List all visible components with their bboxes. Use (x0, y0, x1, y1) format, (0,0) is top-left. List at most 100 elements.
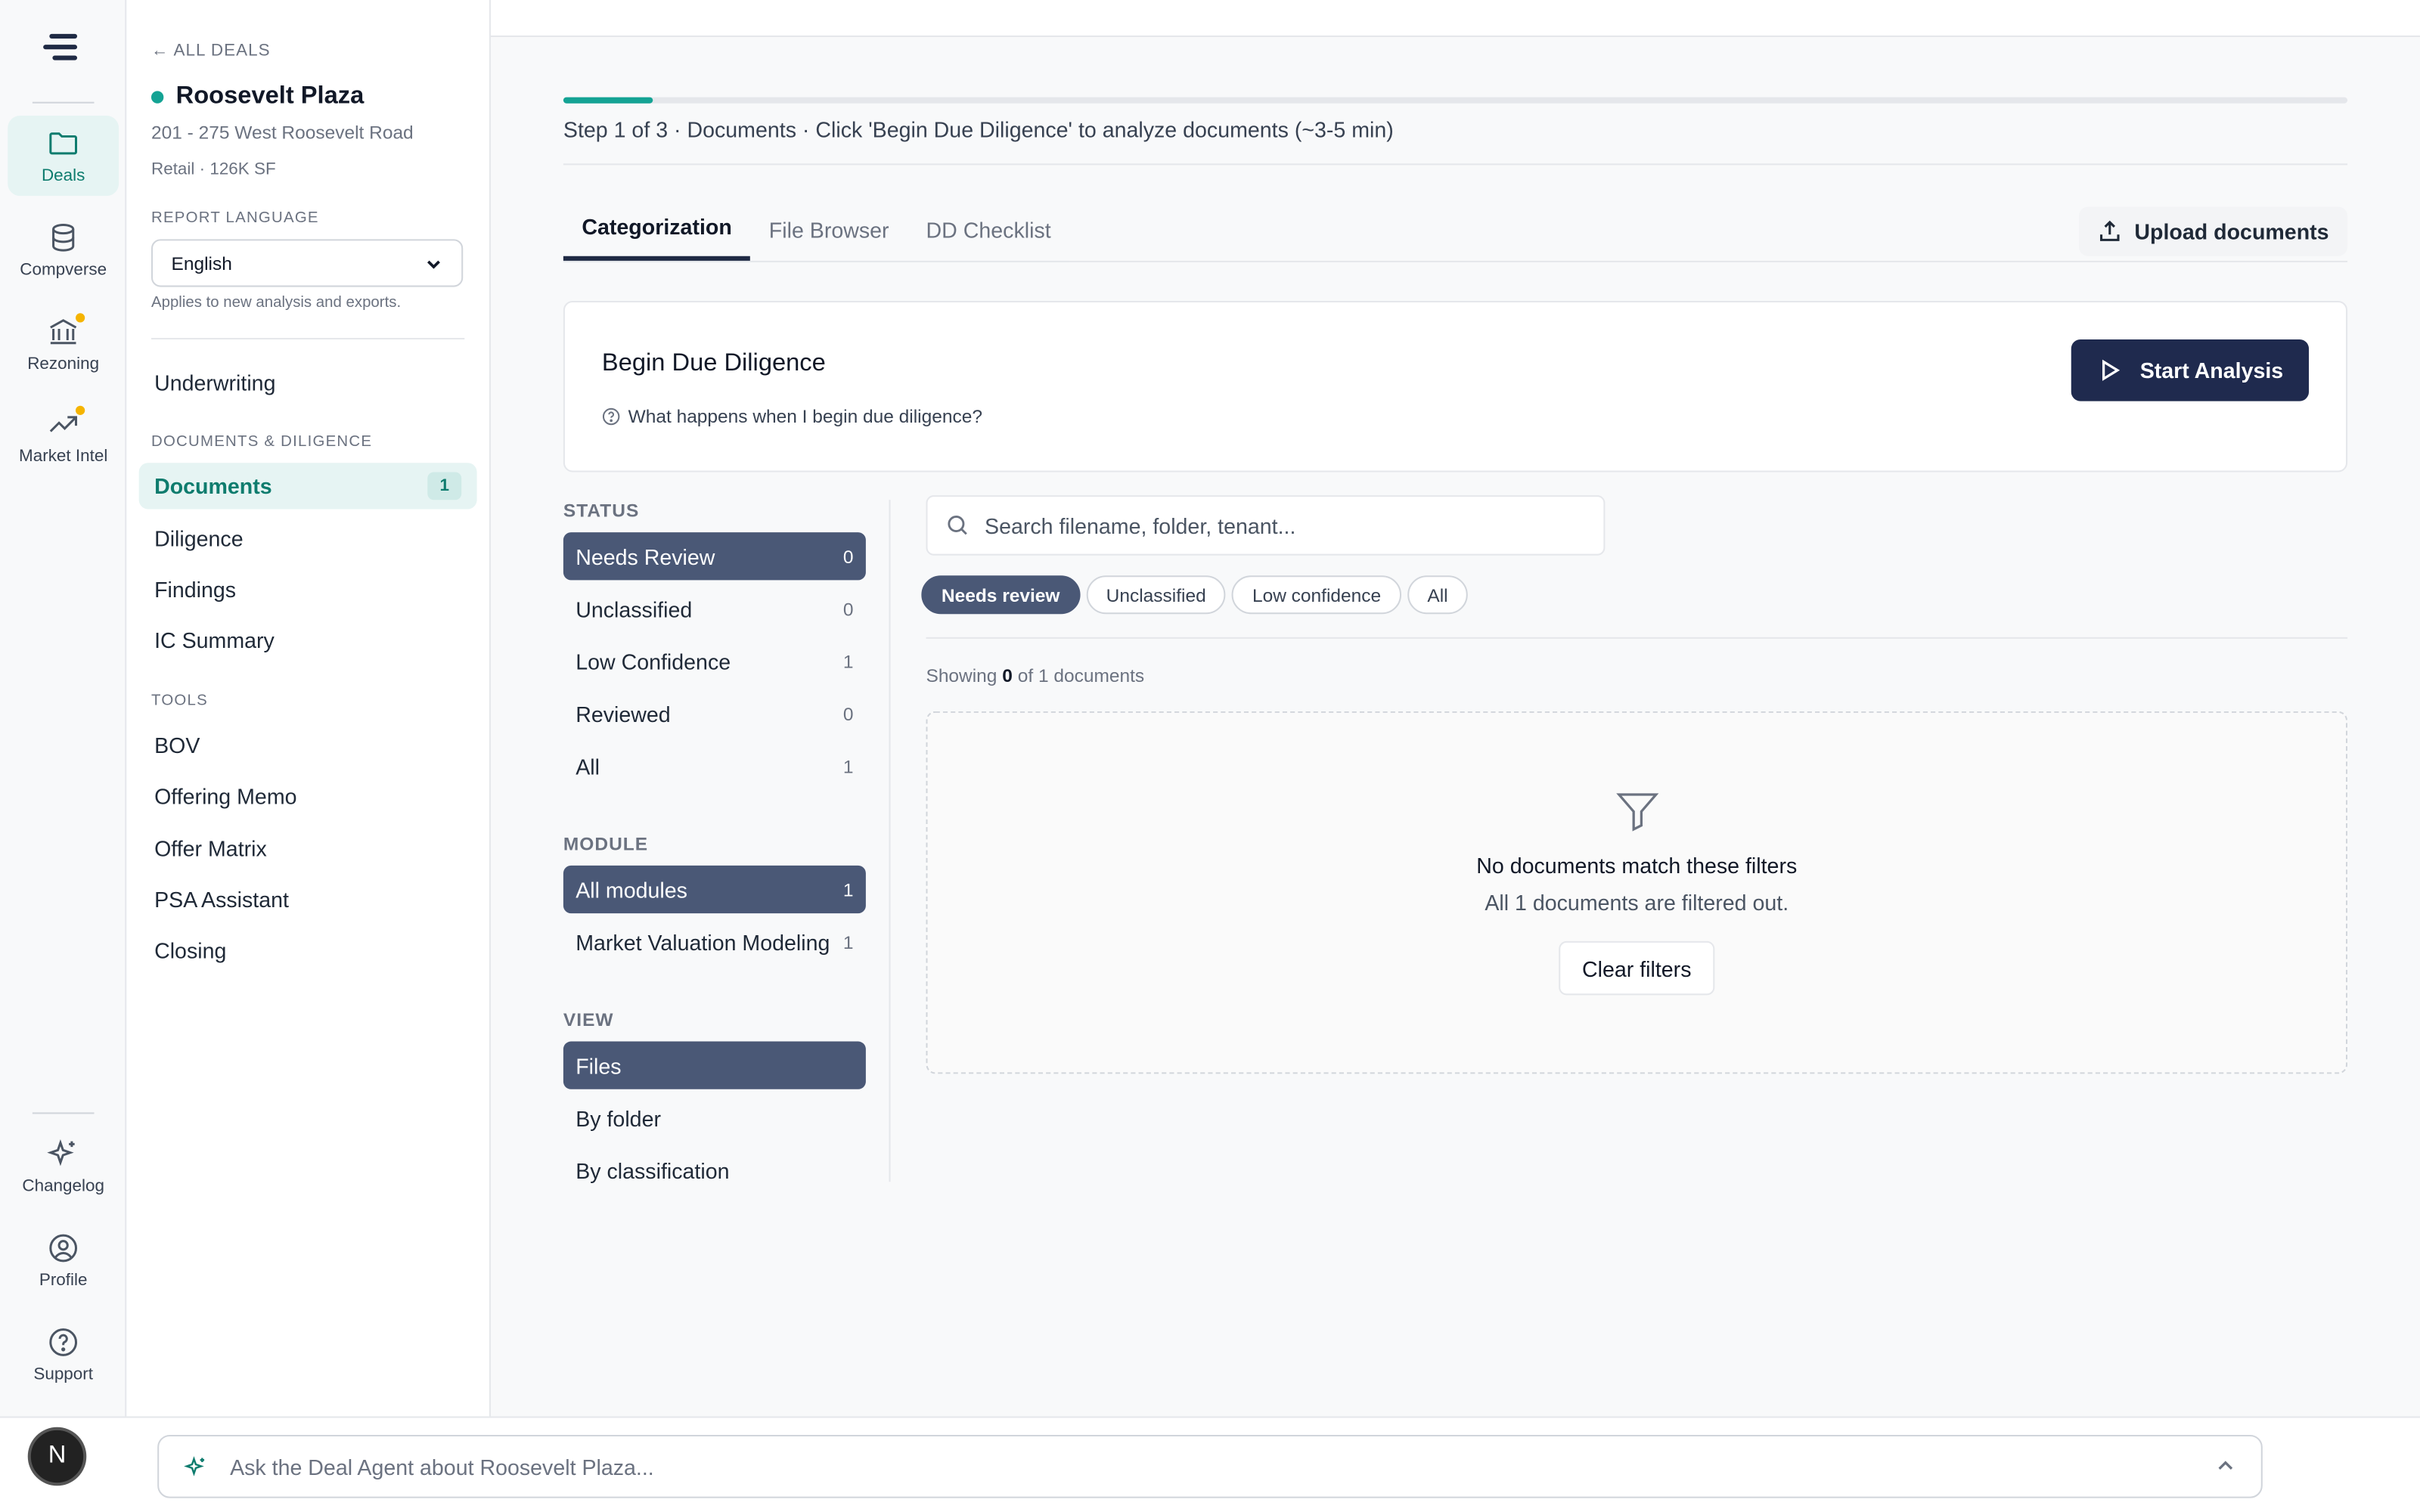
report-language-select[interactable]: English (150, 239, 464, 287)
nav-item-bov[interactable]: BOV (139, 722, 477, 768)
deal-meta: Retail · 126K SF (150, 160, 276, 179)
deal-agent-input[interactable]: Ask the Deal Agent about Roosevelt Plaza… (157, 1434, 2263, 1498)
nav-item-closing[interactable]: Closing (139, 928, 477, 974)
rail-label: Deals (41, 166, 85, 185)
rail-label: Compverse (20, 260, 107, 280)
rail-label: Changelog (22, 1177, 104, 1196)
nav-label: PSA Assistant (154, 887, 289, 912)
filter-needs-review[interactable]: Needs Review 0 (563, 532, 866, 581)
deal-title: Roosevelt Plaza (150, 83, 365, 111)
nav-item-offer-matrix[interactable]: Offer Matrix (139, 826, 477, 872)
upload-documents-button[interactable]: Upload documents (2078, 206, 2348, 256)
chip-needs-review[interactable]: Needs review (921, 575, 1080, 615)
view-by-classification[interactable]: By classification (563, 1146, 866, 1194)
tools-section-label: TOOLS (150, 692, 208, 710)
status-filter-label: STATUS (563, 500, 640, 522)
filter-all-modules[interactable]: All modules 1 (563, 865, 866, 914)
rail-item-market-intel[interactable]: Market Intel (8, 396, 119, 476)
nav-item-findings[interactable]: Findings (139, 566, 477, 612)
avatar[interactable]: N (27, 1427, 87, 1486)
trend-up-icon (49, 416, 78, 432)
tab-categorization[interactable]: Categorization (563, 197, 751, 261)
chip-all[interactable]: All (1407, 575, 1469, 615)
documents-count-badge: 1 (427, 472, 462, 500)
filter-reviewed[interactable]: Reviewed 0 (563, 689, 866, 737)
tab-dd-checklist[interactable]: DD Checklist (908, 197, 1069, 261)
filter-label: Needs Review (576, 544, 715, 569)
step-progress-fill (563, 97, 653, 104)
icon-rail: Deals Compverse Rezoning Market Intel Ch… (0, 0, 127, 1417)
nav-item-documents[interactable]: Documents 1 (138, 463, 477, 510)
filter-label: Low Confidence (576, 649, 731, 674)
rail-divider (32, 101, 95, 104)
nav-item-psa-assistant[interactable]: PSA Assistant (139, 876, 477, 922)
deal-name-text: Roosevelt Plaza (175, 83, 365, 110)
chip-unclassified[interactable]: Unclassified (1086, 575, 1227, 615)
chevron-down-icon (427, 259, 440, 268)
nav-label: IC Summary (154, 627, 275, 653)
empty-state-title: No documents match these filters (1476, 853, 1798, 878)
quick-filter-chips: Needs review Unclassified Low confidence… (921, 575, 1469, 615)
view-by-folder[interactable]: By folder (563, 1094, 866, 1142)
sparkle-icon (184, 1455, 205, 1476)
rail-label: Market Intel (19, 447, 108, 466)
chevron-up-icon[interactable] (2215, 1455, 2237, 1476)
nav-label: Underwriting (154, 370, 276, 395)
rail-item-support[interactable]: Support (8, 1315, 119, 1395)
empty-state-subtitle: All 1 documents are filtered out. (1485, 890, 1789, 916)
deal-sidebar: ← ALL DEALS Roosevelt Plaza 201 - 275 We… (126, 0, 491, 1417)
rail-item-changelog[interactable]: Changelog (8, 1126, 119, 1207)
upload-icon (2099, 220, 2120, 241)
filter-label: All modules (576, 877, 687, 902)
report-language-label: REPORT LANGUAGE (150, 209, 319, 227)
filter-all[interactable]: All 1 (563, 742, 866, 790)
divider (926, 637, 2348, 639)
filter-low-confidence[interactable]: Low Confidence 1 (563, 637, 866, 685)
filter-label: All (576, 753, 600, 779)
language-note: Applies to new analysis and exports. (150, 294, 402, 312)
rail-item-deals[interactable]: Deals (8, 116, 119, 197)
document-search-input[interactable]: Search filename, folder, tenant... (926, 495, 1606, 556)
sparkle-icon (47, 1139, 75, 1167)
nav-item-underwriting[interactable]: Underwriting (139, 360, 477, 406)
nav-item-ic-summary[interactable]: IC Summary (139, 617, 477, 663)
filter-label: Market Valuation Modeling (576, 929, 830, 955)
showing-prefix: Showing (926, 665, 997, 687)
app-logo-icon[interactable] (43, 33, 83, 68)
agent-placeholder: Ask the Deal Agent about Roosevelt Plaza… (230, 1454, 654, 1479)
nav-label: BOV (154, 733, 200, 758)
back-to-deals-link[interactable]: ← ALL DEALS (151, 42, 271, 60)
filter-market-valuation-modeling[interactable]: Market Valuation Modeling 1 (563, 918, 866, 965)
nav-item-offering-memo[interactable]: Offering Memo (139, 773, 477, 819)
user-circle-icon (49, 1234, 78, 1263)
step-progress-bar (563, 97, 2348, 104)
rail-item-profile[interactable]: Profile (8, 1220, 119, 1300)
help-circle-icon (602, 407, 620, 426)
dd-card-title: Begin Due Diligence (601, 350, 826, 376)
filter-unclassified[interactable]: Unclassified 0 (563, 584, 866, 632)
chip-low-confidence[interactable]: Low confidence (1232, 575, 1401, 615)
showing-count-text: Showing 0 of 1 documents (926, 665, 1144, 687)
folder-icon (49, 132, 78, 155)
filters-panel: STATUS Needs Review 0 Unclassified 0 Low C… (563, 500, 891, 1182)
empty-state: No documents match these filters All 1 d… (926, 711, 2348, 1074)
start-analysis-button[interactable]: Start Analysis (2071, 339, 2310, 401)
clear-filters-button[interactable]: Clear filters (1559, 940, 1715, 996)
rail-label: Rezoning (27, 355, 100, 373)
tab-file-browser[interactable]: File Browser (750, 197, 908, 261)
play-icon (2102, 359, 2120, 381)
rail-item-compverse[interactable]: Compverse (8, 210, 119, 290)
nav-item-diligence[interactable]: Diligence (139, 516, 477, 562)
step-status-text: Step 1 of 3 · Documents · Click 'Begin D… (563, 117, 1394, 142)
rail-item-rezoning[interactable]: Rezoning (8, 304, 119, 384)
dd-help-text: What happens when I begin due diligence? (628, 405, 982, 428)
dd-help-link[interactable]: What happens when I begin due diligence? (602, 405, 982, 428)
bank-icon (50, 319, 77, 345)
start-analysis-label: Start Analysis (2139, 358, 2284, 383)
deal-address: 201 - 275 West Roosevelt Road (150, 122, 414, 144)
documents-section-label: DOCUMENTS & DILIGENCE (150, 433, 373, 451)
filter-count: 1 (842, 754, 854, 777)
main-content: Step 1 of 3 · Documents · Click 'Begin D… (491, 37, 2420, 1416)
view-files[interactable]: Files (563, 1041, 866, 1089)
view-label: Files (576, 1052, 622, 1078)
